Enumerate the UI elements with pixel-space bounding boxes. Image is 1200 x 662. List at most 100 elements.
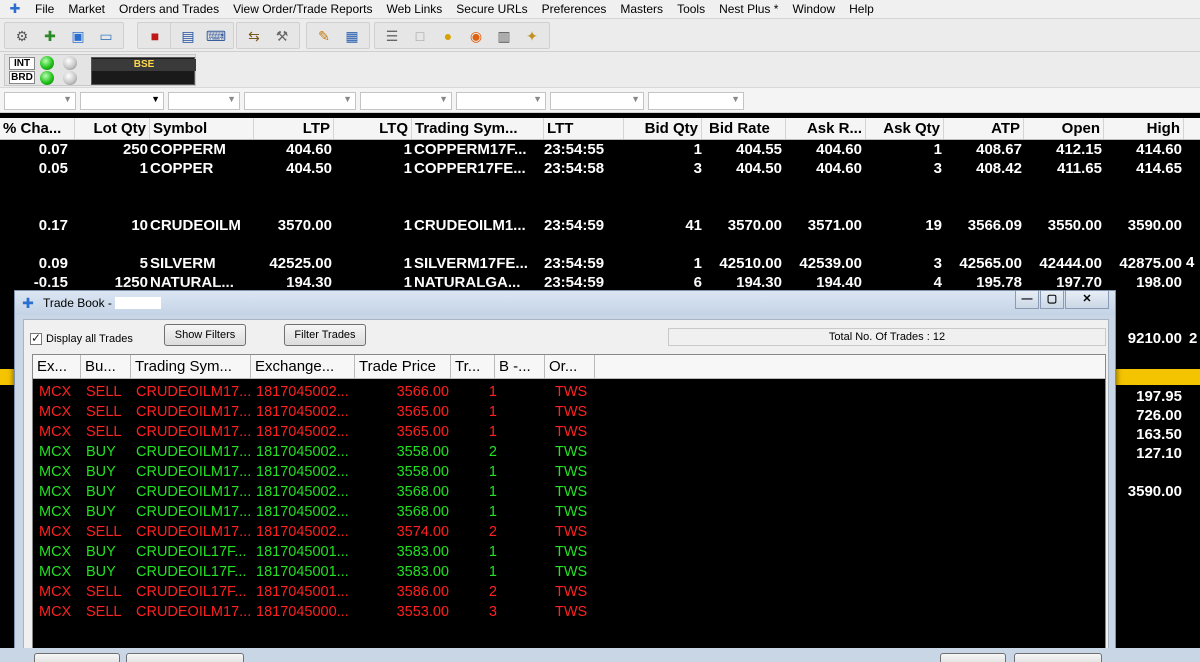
market-watch-cell: COPPERM17F...	[414, 141, 527, 158]
col-bid-qty[interactable]: Bid Qty	[624, 118, 702, 139]
filter-combo-4[interactable]: ▼	[244, 92, 356, 110]
col-lot-qty[interactable]: Lot Qty	[75, 118, 150, 139]
menu-market[interactable]: Market	[61, 2, 112, 16]
connect-icon[interactable]: ⚙	[11, 25, 33, 47]
keyboard-icon[interactable]: ⌨	[205, 25, 227, 47]
reports-icon[interactable]: ▦	[341, 25, 363, 47]
bottom-button-3[interactable]	[940, 653, 1006, 662]
trade-cell-side: SELL	[86, 404, 122, 420]
trade-row[interactable]: MCX BUY CRUDEOIL17F... 1817045001... 3583.00…	[33, 562, 1105, 582]
col-ltp[interactable]: LTP	[254, 118, 334, 139]
filter-combo-8[interactable]: ▼	[648, 92, 744, 110]
filter-trades-button[interactable]: Filter Trades	[284, 324, 366, 346]
checkbox-checked-icon[interactable]	[30, 331, 42, 345]
menu-orders-and-trades[interactable]: Orders and Trades	[112, 2, 226, 16]
show-filters-button[interactable]: Show Filters	[164, 324, 246, 346]
col-bid-rate[interactable]: Bid Rate	[706, 118, 786, 139]
trade-row[interactable]: MCX BUY CRUDEOILM17... 1817045002... 3558.00…	[33, 442, 1105, 462]
trade-icon[interactable]: ▤	[177, 25, 199, 47]
bottom-button-4[interactable]	[1014, 653, 1102, 662]
bottom-button-2[interactable]	[126, 653, 244, 662]
col-trading-symbol[interactable]: Trading Sym...	[131, 355, 251, 379]
status-row: INT BRD BSE	[0, 52, 1200, 87]
trade-cell-qty: 1	[488, 544, 497, 560]
filter-combo-7[interactable]: ▼	[550, 92, 644, 110]
menu-preferences[interactable]: Preferences	[535, 2, 614, 16]
col-percent-change[interactable]: % Cha...	[0, 118, 75, 139]
trade-book-titlebar[interactable]: ✚ Trade Book - — ▢ ✕	[15, 291, 1115, 315]
app-logo-icon: ✚	[9, 1, 21, 16]
coins-icon[interactable]: ●	[437, 25, 459, 47]
close-button[interactable]: ✕	[1065, 291, 1109, 309]
market-watch-row[interactable]: 0.09 5 SILVERM 42525.00 1 SILVERM17FE... 23:54…	[0, 254, 1200, 273]
minimize-button[interactable]: —	[1015, 291, 1039, 309]
trade-row[interactable]: MCX BUY CRUDEOILM17... 1817045002... 3568.00…	[33, 502, 1105, 522]
trade-cell-qty: 1	[488, 404, 497, 420]
trade-cell-exch: 1817045002...	[256, 484, 349, 500]
col-trading-symbol[interactable]: Trading Sym...	[412, 118, 544, 139]
col-ltq[interactable]: LTQ	[334, 118, 412, 139]
col-exchange-order[interactable]: Exchange...	[251, 355, 355, 379]
menu-secure-urls[interactable]: Secure URLs	[449, 2, 534, 16]
trade-row[interactable]: MCX SELL CRUDEOILM17... 1817045002... 3566.0…	[33, 382, 1105, 402]
menu-window[interactable]: Window	[785, 2, 842, 16]
settings-icon[interactable]: ⚒	[271, 25, 293, 47]
market-watch-row[interactable]: 0.17 10 CRUDEOILM 3570.00 1 CRUDEOILM1... 23:5…	[0, 216, 1200, 235]
market-watch-row[interactable]: 0.07 250 COPPERM 404.60 1 COPPERM17F... 23:54:…	[0, 140, 1200, 159]
list-icon[interactable]: ☰	[381, 25, 403, 47]
menu-nest-plus[interactable]: Nest Plus *	[712, 2, 785, 16]
trade-row[interactable]: MCX BUY CRUDEOILM17... 1817045002... 3568.00…	[33, 482, 1105, 502]
order-book-icon[interactable]: ■	[144, 25, 166, 47]
filter-combo-3[interactable]: ▼	[168, 92, 240, 110]
col-high[interactable]: High	[1104, 118, 1184, 139]
menu-help[interactable]: Help	[842, 2, 881, 16]
calculator-icon[interactable]: ▥	[493, 25, 515, 47]
filter-combo-6[interactable]: ▼	[456, 92, 546, 110]
blank-icon[interactable]: □	[409, 25, 431, 47]
trade-cell-ex: MCX	[39, 464, 72, 480]
col-trade-price[interactable]: Trade Price	[355, 355, 451, 379]
col-symbol[interactable]: Symbol	[150, 118, 254, 139]
market-watch-row[interactable]: 0.05 1 COPPER 404.50 1 COPPER17FE... 23:54:58 3…	[0, 159, 1200, 178]
menu-file[interactable]: File	[28, 2, 61, 16]
trade-cell-sym: CRUDEOIL17F...	[136, 564, 247, 580]
market-watch-cell: COPPER	[150, 160, 214, 177]
transfer-icon[interactable]: ⇆	[243, 25, 265, 47]
col-b[interactable]: B -...	[495, 355, 545, 379]
screen-icon[interactable]: ▭	[95, 25, 117, 47]
col-buy-sell[interactable]: Bu...	[81, 355, 131, 379]
trade-row[interactable]: MCX BUY CRUDEOILM17... 1817045002... 3558.00…	[33, 462, 1105, 482]
display-all-trades-checkbox[interactable]: Display all Trades	[30, 331, 133, 345]
trade-row[interactable]: MCX SELL CRUDEOILM17... 1817045000... 3553.0…	[33, 602, 1105, 622]
market-watch-cell: 19	[925, 217, 942, 234]
trade-row[interactable]: MCX BUY CRUDEOIL17F... 1817045001... 3583.00…	[33, 542, 1105, 562]
market-picture-icon[interactable]: ▣	[67, 25, 89, 47]
menu-web-links[interactable]: Web Links	[379, 2, 449, 16]
trade-row[interactable]: MCX SELL CRUDEOIL17F... 1817045001... 3586.0…	[33, 582, 1105, 602]
add-icon[interactable]: ✚	[39, 25, 61, 47]
menu-masters[interactable]: Masters	[613, 2, 670, 16]
trade-row[interactable]: MCX SELL CRUDEOILM17... 1817045002... 3565.0…	[33, 422, 1105, 442]
col-ltt[interactable]: LTT	[544, 118, 624, 139]
col-order-source[interactable]: Or...	[545, 355, 595, 379]
trade-cell-sym: CRUDEOILM17...	[136, 384, 252, 400]
tools-icon[interactable]: ✦	[521, 25, 543, 47]
filter-combo-1[interactable]: ▼	[4, 92, 76, 110]
rss-icon[interactable]: ◉	[465, 25, 487, 47]
filter-combo-5[interactable]: ▼	[360, 92, 452, 110]
trade-row[interactable]: MCX SELL CRUDEOILM17... 1817045002... 3574.0…	[33, 522, 1105, 542]
bottom-button-1[interactable]	[34, 653, 120, 662]
maximize-button[interactable]: ▢	[1040, 291, 1064, 309]
notepad-icon[interactable]: ✎	[313, 25, 335, 47]
menu-view-reports[interactable]: View Order/Trade Reports	[226, 2, 379, 16]
col-open[interactable]: Open	[1024, 118, 1104, 139]
trade-row[interactable]: MCX SELL CRUDEOILM17... 1817045002... 3565.0…	[33, 402, 1105, 422]
col-trade-qty[interactable]: Tr...	[451, 355, 495, 379]
col-ask-qty[interactable]: Ask Qty	[866, 118, 944, 139]
col-exchange[interactable]: Ex...	[33, 355, 81, 379]
menu-tools[interactable]: Tools	[670, 2, 712, 16]
filter-combo-2[interactable]: ▼	[80, 92, 164, 110]
col-atp[interactable]: ATP	[944, 118, 1024, 139]
trade-cell-order: TWS	[555, 484, 588, 500]
col-ask-rate[interactable]: Ask R...	[786, 118, 866, 139]
